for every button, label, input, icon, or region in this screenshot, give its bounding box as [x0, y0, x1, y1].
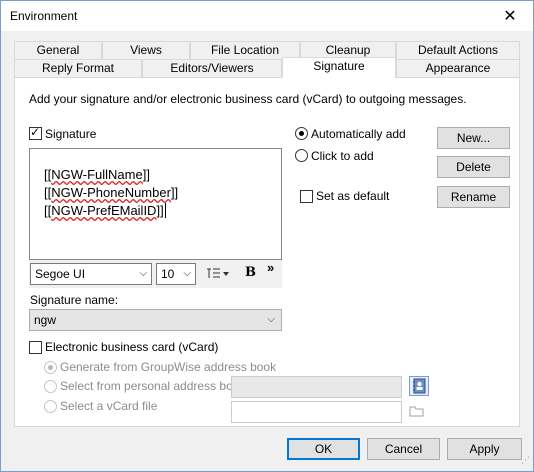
tab-general[interactable]: General: [14, 41, 102, 60]
tab-default-actions[interactable]: Default Actions: [396, 41, 520, 60]
set-default-label[interactable]: Set as default: [316, 189, 389, 203]
vcard-personal-label[interactable]: Select from personal address book: [60, 379, 245, 393]
font-select[interactable]: Segoe UI ⌵: [30, 263, 152, 285]
vcard-file-field[interactable]: [231, 401, 402, 423]
signature-checkbox-label[interactable]: Signature: [45, 127, 96, 141]
tab-appearance[interactable]: Appearance: [396, 59, 520, 78]
click-to-add-radio[interactable]: [295, 149, 308, 162]
close-button[interactable]: ✕: [487, 1, 533, 31]
signature-name-label: Signature name:: [30, 293, 119, 307]
vcard-checkbox[interactable]: [29, 341, 42, 354]
ok-button[interactable]: OK: [287, 438, 360, 460]
browse-folder-button[interactable]: [409, 404, 427, 420]
list-format-button[interactable]: [205, 265, 229, 283]
tab-editors-viewers[interactable]: Editors/Viewers: [142, 59, 282, 78]
auto-add-radio[interactable]: [295, 127, 308, 140]
delete-button[interactable]: Delete: [437, 156, 510, 178]
tab-reply-format[interactable]: Reply Format: [14, 59, 142, 78]
tab-views[interactable]: Views: [102, 41, 190, 60]
cancel-button[interactable]: Cancel: [367, 438, 440, 460]
bold-button[interactable]: B: [245, 265, 256, 280]
vcard-file-label[interactable]: Select a vCard file: [60, 399, 157, 413]
signature-name-select[interactable]: ngw ⌵: [29, 309, 282, 331]
vcard-generate-radio[interactable]: [44, 361, 57, 374]
editor-line: [[NGW-FullName]]: [44, 167, 150, 182]
editor-line: [[NGW-PrefEMailID]]: [44, 203, 166, 218]
vcard-file-radio[interactable]: [44, 400, 57, 413]
title-bar[interactable]: Environment ✕: [1, 1, 533, 31]
resize-grip[interactable]: ⋰: [516, 456, 530, 469]
folder-icon: [409, 406, 424, 417]
personal-address-field[interactable]: [231, 376, 402, 398]
window-title: Environment: [10, 9, 78, 23]
vcard-generate-label[interactable]: Generate from GroupWise address book: [60, 360, 276, 374]
vcard-label[interactable]: Electronic business card (vCard): [45, 340, 218, 354]
environment-dialog: Environment ✕ General Views File Locatio…: [0, 0, 534, 472]
click-to-add-label[interactable]: Click to add: [311, 149, 374, 163]
chevron-down-icon: ⌵: [183, 268, 191, 279]
auto-add-label[interactable]: Automatically add: [311, 127, 406, 141]
address-book-icon: [413, 378, 426, 394]
address-book-button[interactable]: [409, 376, 429, 396]
editor-line: [[NGW-PhoneNumber]]: [44, 185, 179, 200]
list-format-icon: [207, 268, 229, 278]
chevron-down-icon: ⌵: [139, 268, 147, 279]
vcard-personal-radio[interactable]: [44, 380, 57, 393]
signature-checkbox[interactable]: [29, 125, 42, 140]
chevron-down-icon: ⌵: [267, 314, 275, 325]
more-tools-button[interactable]: »: [267, 260, 274, 275]
signature-description: Add your signature and/or electronic bus…: [29, 92, 467, 106]
tab-signature[interactable]: Signature: [282, 57, 396, 78]
signature-editor[interactable]: [[NGW-FullName]] [[NGW-PhoneNumber]] [[N…: [29, 148, 282, 260]
set-default-checkbox[interactable]: [300, 190, 313, 203]
font-size-select[interactable]: 10 ⌵: [156, 263, 196, 285]
close-icon[interactable]: ✕: [503, 6, 516, 26]
rename-button[interactable]: Rename: [437, 186, 510, 208]
new-button[interactable]: New...: [437, 127, 510, 149]
apply-button[interactable]: Apply: [447, 438, 522, 460]
